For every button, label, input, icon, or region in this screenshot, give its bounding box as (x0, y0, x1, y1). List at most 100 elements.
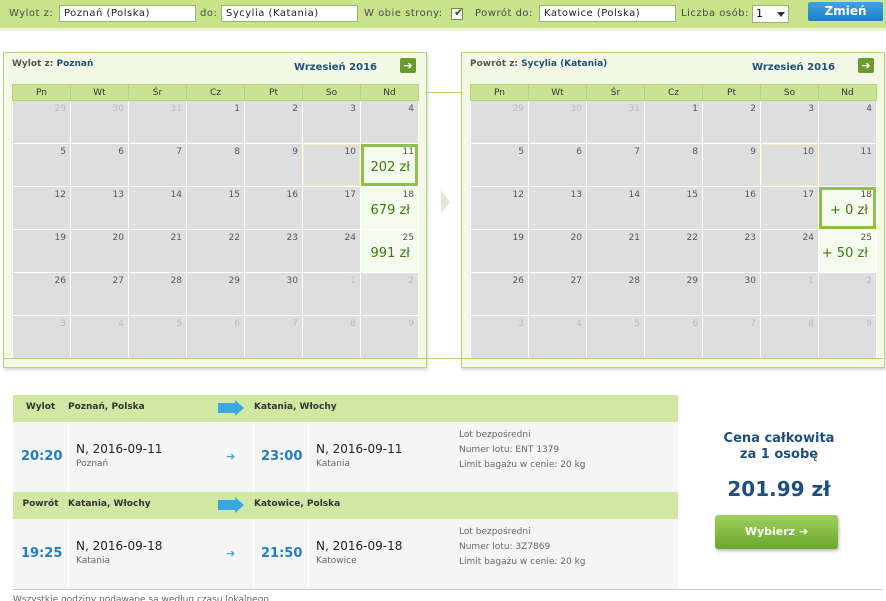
day-number: 4 (576, 319, 582, 329)
return-day-cell: 22 (644, 229, 703, 273)
return-day-cell: 11 (818, 143, 877, 187)
day-number: 30 (744, 276, 756, 286)
search-bar: Wylot z: Poznań (Polska) do: Sycylia (Ka… (0, 0, 886, 28)
day-number: 21 (628, 233, 640, 243)
return-day-cell: 8 (760, 315, 819, 359)
outbound-next-month-button[interactable]: ➔ (400, 58, 416, 73)
outbound-day-cell: 1 (186, 100, 245, 144)
day-number: 20 (570, 233, 582, 243)
outbound-day-cell: 19 (12, 229, 71, 273)
return-arr-time: 21:50 (261, 546, 303, 561)
return-day-cell: 9 (818, 315, 877, 359)
flight-list: Wylot Poznań, Polska Katania, Włochy 20:… (13, 395, 678, 589)
arrow-right-icon: ➔ (226, 547, 236, 560)
persons-select[interactable]: 1 (752, 5, 789, 23)
price-title: Cena całkowita za 1 osobę (689, 431, 869, 463)
return-dep-city: Katania (76, 556, 111, 566)
day-number: 30 (112, 104, 124, 114)
outbound-day-cell: 28 (128, 272, 187, 316)
return-day-cell: 6 (644, 315, 703, 359)
return-next-month-button[interactable]: ➔ (858, 58, 874, 73)
return-day-cell[interactable]: 18 + 0 zł (818, 186, 877, 230)
price-title-line2: za 1 osobę (739, 447, 819, 462)
from-input[interactable]: Poznań (Polska) (59, 5, 196, 22)
arrow-right-icon: ➔ (403, 59, 413, 72)
return-route-from: Katania, Włochy (68, 499, 151, 509)
return-month: Wrzesień 2016 (752, 62, 835, 73)
outbound-day-cell: 2 (244, 100, 303, 144)
day-number: 2 (750, 104, 756, 114)
return-to-input[interactable]: Katowice (Polska) (539, 5, 676, 22)
baggage-limit: Limit bagażu w cenie: 20 kg (459, 557, 586, 567)
day-number: 5 (518, 147, 524, 157)
day-number: 14 (628, 190, 640, 200)
chevron-down-icon (777, 12, 785, 17)
to-input[interactable]: Sycylia (Katania) (221, 5, 358, 22)
day-number: 7 (750, 319, 756, 329)
day-number: 9 (866, 319, 872, 329)
flight-number: Numer lotu: 3Z7869 (459, 542, 551, 552)
day-number: 31 (628, 104, 640, 114)
outbound-day-cell: 2 (360, 272, 419, 316)
day-number: 9 (292, 147, 298, 157)
outbound-day-cell: 5 (12, 143, 71, 187)
change-search-button[interactable]: Zmień (808, 2, 883, 21)
main-content: Wylot z: Poznań Wrzesień 2016 ➔ Pn Wt Śr Cz… (0, 40, 886, 601)
outbound-day-cell: 6 (186, 315, 245, 359)
outbound-day-cell[interactable]: 11 202 zł (360, 143, 419, 187)
calendar-connector (425, 92, 461, 93)
return-day-cell: 13 (528, 186, 587, 230)
return-route-to: Katowice, Polska (254, 499, 341, 509)
outbound-day-cell: 12 (12, 186, 71, 230)
return-day-cell[interactable]: 25 + 50 zł (818, 229, 877, 273)
outbound-day-cell: 9 (360, 315, 419, 359)
return-day-cell: 31 (586, 100, 645, 144)
choose-button[interactable]: Wybierz ➔ (715, 515, 838, 549)
outbound-day-cell[interactable]: 18 679 zł (360, 186, 419, 230)
outbound-day-cell: 17 (302, 186, 361, 230)
flight-details: Wylot Poznań, Polska Katania, Włochy 20:… (3, 358, 883, 601)
day-number: 7 (634, 147, 640, 157)
outbound-dep-city: Poznań (76, 459, 109, 469)
return-day-cell: 14 (586, 186, 645, 230)
day-number: 5 (176, 319, 182, 329)
weekday-header: Śr (586, 84, 645, 101)
outbound-route-header: Wylot Poznań, Polska Katania, Włochy (13, 395, 678, 422)
day-number: 11 (860, 147, 872, 157)
day-number: 31 (170, 104, 182, 114)
day-number: 23 (744, 233, 756, 243)
day-number: 10 (344, 147, 356, 157)
weekday-header: Nd (818, 84, 877, 101)
outbound-month: Wrzesień 2016 (294, 62, 377, 73)
day-number: 15 (686, 190, 698, 200)
day-number: 27 (570, 276, 582, 286)
return-day-cell: 21 (586, 229, 645, 273)
return-day-cell: 9 (702, 143, 761, 187)
calendar-arrow-icon (441, 190, 450, 214)
day-number: 9 (750, 147, 756, 157)
outbound-arr-date: N, 2016-09-11 (316, 442, 403, 456)
return-day-cell: 16 (702, 186, 761, 230)
weekday-header: Wt (70, 84, 129, 101)
outbound-arr-city: Katania (316, 459, 351, 469)
return-day-cell: 7 (702, 315, 761, 359)
baggage-limit: Limit bagażu w cenie: 20 kg (459, 460, 586, 470)
return-from: Powrót z: Sycylia (Katania) (470, 59, 607, 69)
both-ways-checkbox[interactable]: ✔ (451, 6, 463, 20)
outbound-dep-date: N, 2016-09-11 (76, 442, 163, 456)
outbound-day-cell: 29 (186, 272, 245, 316)
footer-divider (13, 589, 883, 590)
outbound-arr-time: 23:00 (261, 449, 303, 464)
outbound-route-from: Poznań, Polska (68, 402, 145, 412)
outbound-day-cell[interactable]: 25 991 zł (360, 229, 419, 273)
outbound-day-cell: 6 (70, 143, 129, 187)
return-day-cell: 26 (470, 272, 529, 316)
outbound-day-cell: 20 (70, 229, 129, 273)
day-number: 5 (60, 147, 66, 157)
return-day-cell: 1 (760, 272, 819, 316)
outbound-day-cell: 30 (244, 272, 303, 316)
divider (253, 519, 254, 589)
outbound-from-label: Wylot z: (12, 59, 54, 69)
return-day-cell: 17 (760, 186, 819, 230)
outbound-day-cell: 22 (186, 229, 245, 273)
